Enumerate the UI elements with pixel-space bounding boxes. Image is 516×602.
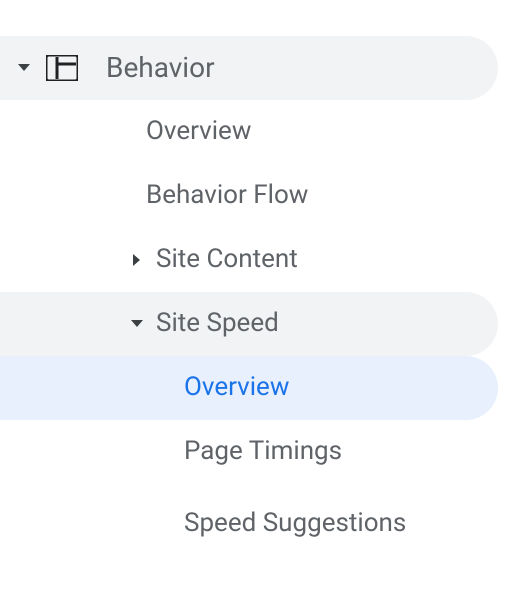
behavior-icon <box>46 52 78 84</box>
nav-label: Behavior Flow <box>146 180 326 211</box>
nav-item-site-content[interactable]: Site Content <box>0 228 516 292</box>
nav-label: Speed Suggestions <box>184 508 424 539</box>
caret-down-icon <box>14 64 34 72</box>
nav-item-site-speed-overview[interactable]: Overview <box>0 356 498 420</box>
nav-label: Overview <box>146 116 269 147</box>
nav-item-page-timings[interactable]: Page Timings <box>0 420 516 484</box>
nav-item-speed-suggestions[interactable]: Speed Suggestions <box>0 484 516 564</box>
caret-right-icon <box>128 254 146 266</box>
nav-item-overview[interactable]: Overview <box>0 100 516 164</box>
caret-down-icon <box>128 320 146 328</box>
nav-label: Page Timings <box>184 436 360 467</box>
nav-label: Behavior <box>106 51 233 85</box>
nav-item-behavior[interactable]: Behavior <box>0 36 498 100</box>
nav-label: Site Speed <box>156 308 297 339</box>
nav-item-behavior-flow[interactable]: Behavior Flow <box>0 164 516 228</box>
nav-label: Site Content <box>156 244 316 275</box>
nav-item-site-speed[interactable]: Site Speed <box>0 292 498 356</box>
nav-label: Overview <box>184 372 307 403</box>
